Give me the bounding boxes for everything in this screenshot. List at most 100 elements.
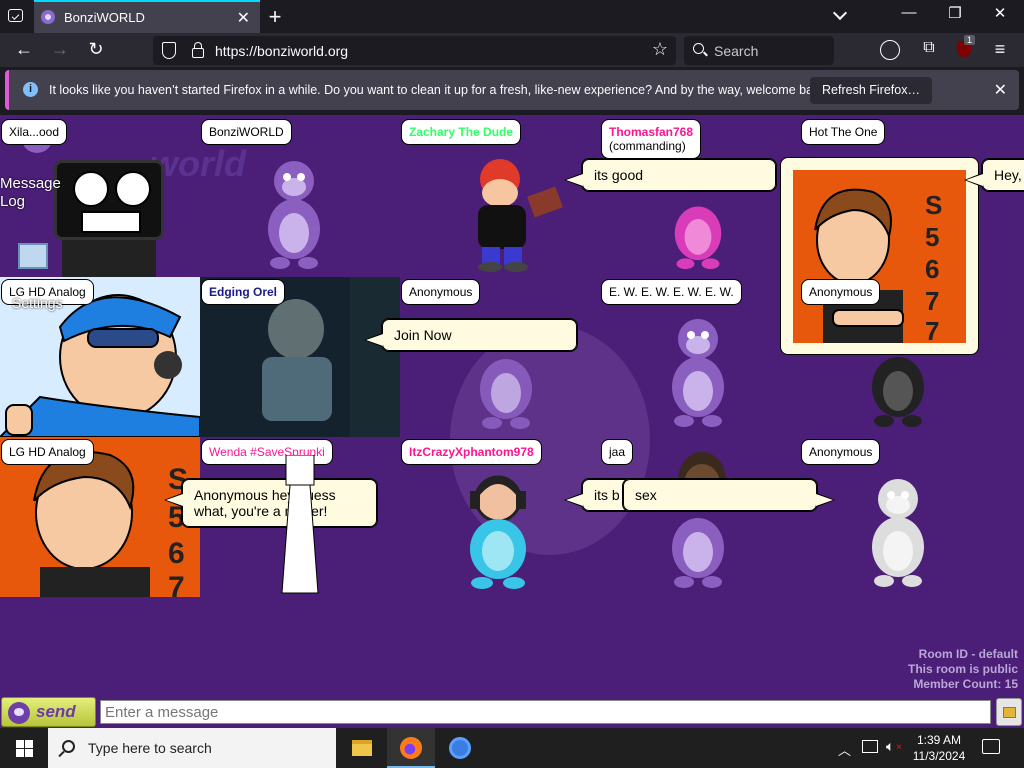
bookmark-star-icon[interactable]: ☆ [652,39,668,60]
close-window-button[interactable]: ✕ [988,4,1012,22]
computer-icon [18,243,48,269]
speech-bubble: Join Now [364,318,578,352]
username-label: LG HD Analog [1,439,94,465]
chat-room-stage: world Xila...ood Message Log BonziWORLD … [0,115,1024,696]
info-icon: i [23,82,38,97]
bonzi-avatar[interactable] [662,185,734,275]
bonzi-face-overlay-icon [672,452,726,588]
image-bubble: S 5 6 7 7 [780,157,979,355]
tab-list-button[interactable] [6,7,26,27]
svg-text:S: S [925,190,942,220]
tab-list-icon [8,9,23,22]
room-info: Room ID - default This room is public Me… [908,647,1018,692]
forward-button[interactable]: → [48,39,72,60]
cartoon-guy-icon: S 5 6 7 7 [814,188,942,346]
white-cone-character-icon [281,454,319,594]
username-label: Hot The One [801,119,886,145]
bonzi-purple-icon [672,319,724,427]
reload-button[interactable]: ↻ [84,39,108,60]
tracking-protection-shield-icon[interactable] [162,42,176,59]
system-clock[interactable]: 1:39 AM 11/3/2024 [906,732,972,764]
settings-link[interactable]: Settings [12,295,63,311]
navigation-toolbar: ← → ↻ https://bonziworld.org ☆ Search ⧉ … [0,33,1024,67]
file-explorer-button[interactable] [338,728,386,768]
search-bar[interactable]: Search [684,36,834,65]
bonzi-purple-icon [268,161,320,269]
windows-logo-icon [16,740,24,748]
room-id: Room ID - default [918,647,1018,661]
robot-eye-left [73,171,109,207]
chromium-taskbar-button[interactable] [436,728,484,768]
show-hidden-icons-chevron-icon[interactable]: ︿ [838,740,851,759]
cartoon-avatar[interactable] [458,155,568,278]
back-button[interactable]: ← [12,39,36,60]
url-text[interactable]: https://bonziworld.org [215,43,348,59]
bonzi-favicon-icon [41,10,55,24]
windows-taskbar: Type here to search ︿ 🔈︎ 1:39 AM 11/3/20… [0,728,1024,768]
bonzi-avatar[interactable] [258,155,330,275]
url-bar[interactable]: https://bonziworld.org ☆ [153,36,676,65]
app-menu-hamburger-icon[interactable]: ≡ [988,39,1012,60]
tab-title: BonziWORLD [64,10,145,25]
bonzi-avatar[interactable] [862,473,934,593]
extensions-puzzle-icon[interactable]: ⧉ [917,39,941,57]
taskbar-search-placeholder: Type here to search [88,740,212,756]
restore-button[interactable]: ❐ [943,4,967,22]
search-placeholder: Search [714,43,759,59]
username-label: Zachary The Dude [401,119,522,145]
speech-bubble: Hey, [964,158,1024,192]
network-icon[interactable] [862,740,878,753]
tab-close-icon[interactable]: ✕ [237,8,250,28]
windows-logo-pane [25,740,33,748]
refresh-firefox-notification: i It looks like you haven’t started Fire… [5,70,1019,110]
bonzi-purple-icon [480,359,532,429]
chat-bar: send [0,696,1024,728]
taskbar-search-box[interactable]: Type here to search [48,728,336,768]
message-input[interactable] [100,700,991,724]
ublock-icon[interactable]: 1 [952,35,976,62]
robot-body [62,240,156,280]
bonzi-avatar[interactable] [662,313,734,433]
image-icon [1003,707,1016,718]
svg-text:6: 6 [925,254,939,284]
notification-close-icon[interactable]: ✕ [994,80,1007,100]
svg-text:6: 6 [168,537,185,570]
robot-eye-right [115,171,151,207]
username-label: Anonymous [801,439,881,465]
start-button[interactable] [0,728,48,768]
bonzi-avatar[interactable] [470,355,542,435]
bonzi-white-icon [872,479,924,587]
username-label: Thomasfan768 (commanding) [601,119,702,159]
browser-icon [449,737,471,759]
svg-text:5: 5 [925,222,939,252]
tab-bar: BonziWORLD ✕ + — ❐ ✕ [0,0,1024,33]
bonzi-avatar[interactable] [662,450,734,595]
clock-date: 11/3/2024 [912,749,966,763]
room-visibility: This room is public [907,662,1018,676]
attach-image-button[interactable] [996,698,1022,726]
volume-muted-icon[interactable]: 🔈︎ [886,738,903,755]
message-log-link[interactable]: Message Log [0,175,70,211]
search-icon [62,740,75,753]
folder-icon [352,740,372,756]
search-icon [693,43,704,54]
notification-center-icon[interactable] [982,739,1000,754]
send-label: send [36,702,76,721]
minimize-button[interactable]: — [897,4,921,21]
send-button[interactable]: send [1,697,96,727]
new-tab-button[interactable]: + [264,4,286,30]
lock-icon[interactable] [192,42,204,58]
speech-bubble: sex [622,478,835,512]
username-label: Anonymous [801,279,881,305]
list-all-tabs-chevron-icon[interactable] [832,6,850,24]
username-label: ItzCrazyXphantom978 [401,439,542,465]
firefox-taskbar-button[interactable] [387,728,435,768]
bonzi-avatar[interactable] [862,353,934,433]
wenda-avatar[interactable] [280,454,320,600]
bonzi-avatar[interactable] [456,473,540,596]
member-count: Member Count: 15 [913,677,1018,691]
username-label: E. W. E. W. E. W. E. W. [601,279,742,305]
account-icon[interactable] [880,40,900,60]
refresh-firefox-button[interactable]: Refresh Firefox… [810,77,932,104]
tab-bonziworld[interactable]: BonziWORLD ✕ [34,0,260,33]
